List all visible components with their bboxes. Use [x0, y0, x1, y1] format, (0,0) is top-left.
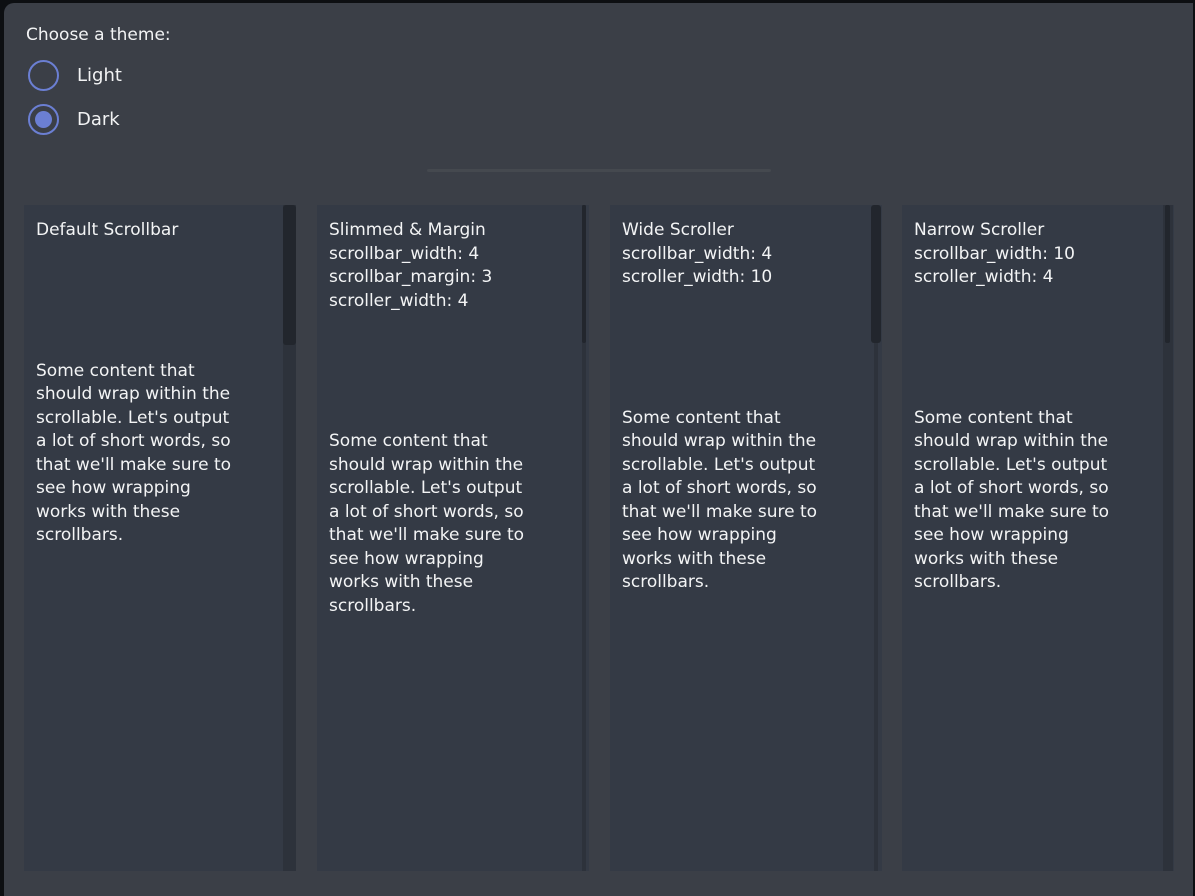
panel-slimmed-margin[interactable]: Slimmed & Margin scrollbar_width: 4 scro… [317, 205, 589, 871]
panel-title: Wide Scroller [622, 219, 870, 243]
panel-title: Slimmed & Margin [329, 219, 577, 243]
panel-content: Some content that should wrap within the… [329, 430, 577, 618]
radio-unselected-icon[interactable] [28, 60, 59, 91]
panel-config: scrollbar_width: 4 scroller_width: 10 [622, 243, 870, 290]
panel-content: Some content that should wrap within the… [914, 407, 1162, 595]
app-window: Choose a theme: Light Dark Default Scrol… [4, 3, 1193, 896]
panel-content: Some content that should wrap within the… [36, 360, 284, 548]
panel-config: scrollbar_width: 4 scrollbar_margin: 3 s… [329, 243, 577, 314]
radio-option-light[interactable]: Light [28, 60, 122, 91]
panel-title: Narrow Scroller [914, 219, 1162, 243]
panel-title: Default Scrollbar [36, 219, 284, 243]
radio-label-dark: Dark [77, 109, 120, 130]
radio-selected-icon[interactable] [28, 104, 59, 135]
scrollbar-thumb[interactable] [582, 205, 586, 343]
panel-default-scrollbar[interactable]: Default Scrollbar Some content that shou… [24, 205, 296, 871]
theme-chooser-label: Choose a theme: [26, 25, 171, 45]
radio-label-light: Light [77, 65, 122, 86]
scrollbar-thumb[interactable] [871, 205, 881, 343]
section-divider [427, 169, 771, 172]
radio-dot-icon [35, 111, 52, 128]
scrollbar-thumb[interactable] [283, 205, 296, 345]
panel-config: scrollbar_width: 10 scroller_width: 4 [914, 243, 1162, 290]
panel-narrow-scroller[interactable]: Narrow Scroller scrollbar_width: 10 scro… [902, 205, 1174, 871]
scrollbar-thumb[interactable] [1165, 205, 1170, 343]
panel-content: Some content that should wrap within the… [622, 407, 870, 595]
radio-option-dark[interactable]: Dark [28, 104, 120, 135]
panel-wide-scroller[interactable]: Wide Scroller scrollbar_width: 4 scrolle… [610, 205, 882, 871]
